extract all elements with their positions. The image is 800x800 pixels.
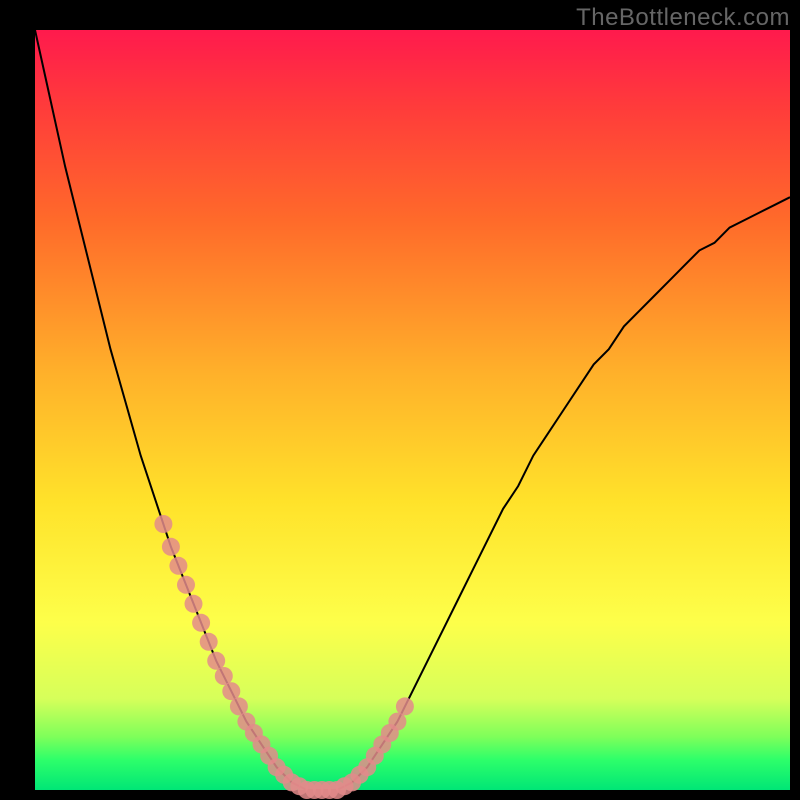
curve-dot: [185, 595, 203, 613]
curve-dot: [396, 697, 414, 715]
bottleneck-curve: [35, 30, 790, 790]
curve-dot: [154, 515, 172, 533]
curve-layer: [0, 0, 800, 800]
curve-dot: [192, 614, 210, 632]
curve-dot: [200, 633, 218, 651]
curve-dot: [169, 557, 187, 575]
curve-dot: [162, 538, 180, 556]
chart-frame: TheBottleneck.com: [0, 0, 800, 800]
curve-dot: [177, 576, 195, 594]
